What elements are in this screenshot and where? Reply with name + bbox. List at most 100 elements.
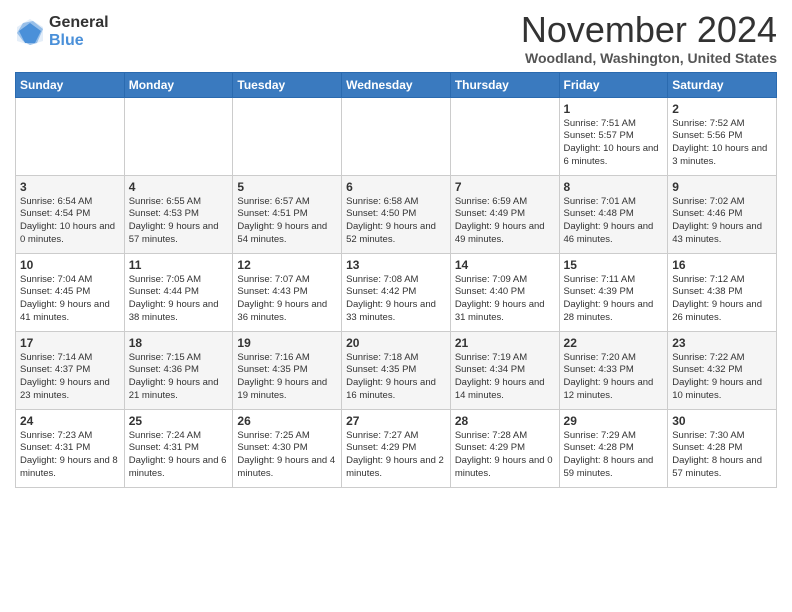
day-info: Sunrise: 7:09 AM Sunset: 4:40 PM Dayligh… — [455, 274, 555, 325]
calendar-cell: 7 Sunrise: 6:59 AM Sunset: 4:49 PM Daylig… — [450, 175, 559, 253]
day-info: Sunrise: 7:30 AM Sunset: 4:28 PM Dayligh… — [672, 430, 772, 481]
location: Woodland, Washington, United States — [521, 50, 777, 66]
day-info: Sunrise: 7:02 AM Sunset: 4:46 PM Dayligh… — [672, 196, 772, 247]
day-number: 4 — [129, 180, 229, 194]
day-number: 10 — [20, 258, 120, 272]
page-header: General Blue November 2024 Woodland, Was… — [15, 10, 777, 66]
logo-text: General Blue — [49, 14, 109, 49]
day-number: 11 — [129, 258, 229, 272]
day-info: Sunrise: 7:07 AM Sunset: 4:43 PM Dayligh… — [237, 274, 337, 325]
day-number: 7 — [455, 180, 555, 194]
day-info: Sunrise: 6:58 AM Sunset: 4:50 PM Dayligh… — [346, 196, 446, 247]
day-number: 29 — [564, 414, 664, 428]
day-number: 13 — [346, 258, 446, 272]
day-info: Sunrise: 7:23 AM Sunset: 4:31 PM Dayligh… — [20, 430, 120, 481]
day-info: Sunrise: 7:04 AM Sunset: 4:45 PM Dayligh… — [20, 274, 120, 325]
calendar-week-row: 3 Sunrise: 6:54 AM Sunset: 4:54 PM Daylig… — [16, 175, 777, 253]
day-info: Sunrise: 7:01 AM Sunset: 4:48 PM Dayligh… — [564, 196, 664, 247]
day-number: 2 — [672, 102, 772, 116]
title-block: November 2024 Woodland, Washington, Unit… — [521, 10, 777, 66]
calendar-cell: 23Sunrise: 7:22 AM Sunset: 4:32 PM Dayli… — [668, 331, 777, 409]
weekday-header: Tuesday — [233, 72, 342, 97]
day-info: Sunrise: 7:27 AM Sunset: 4:29 PM Dayligh… — [346, 430, 446, 481]
day-info: Sunrise: 7:28 AM Sunset: 4:29 PM Dayligh… — [455, 430, 555, 481]
calendar-week-row: 10 Sunrise: 7:04 AM Sunset: 4:45 PM Dayli… — [16, 253, 777, 331]
calendar-cell: 25Sunrise: 7:24 AM Sunset: 4:31 PM Dayli… — [124, 409, 233, 487]
day-number: 25 — [129, 414, 229, 428]
day-info: Sunrise: 7:15 AM Sunset: 4:36 PM Dayligh… — [129, 352, 229, 403]
day-info: Sunrise: 7:29 AM Sunset: 4:28 PM Dayligh… — [564, 430, 664, 481]
calendar-cell: 19Sunrise: 7:16 AM Sunset: 4:35 PM Dayli… — [233, 331, 342, 409]
day-info: Sunrise: 7:14 AM Sunset: 4:37 PM Dayligh… — [20, 352, 120, 403]
day-number: 5 — [237, 180, 337, 194]
day-info: Sunrise: 7:25 AM Sunset: 4:30 PM Dayligh… — [237, 430, 337, 481]
calendar-cell: 13 Sunrise: 7:08 AM Sunset: 4:42 PM Dayli… — [342, 253, 451, 331]
weekday-header: Monday — [124, 72, 233, 97]
calendar-cell: 30 Sunrise: 7:30 AM Sunset: 4:28 PM Dayli… — [668, 409, 777, 487]
weekday-header: Sunday — [16, 72, 125, 97]
calendar-cell: 5 Sunrise: 6:57 AM Sunset: 4:51 PM Daylig… — [233, 175, 342, 253]
day-info: Sunrise: 6:57 AM Sunset: 4:51 PM Dayligh… — [237, 196, 337, 247]
calendar-cell — [233, 97, 342, 175]
day-number: 28 — [455, 414, 555, 428]
calendar-week-row: 1 Sunrise: 7:51 AM Sunset: 5:57 PM Daylig… — [16, 97, 777, 175]
day-info: Sunrise: 7:11 AM Sunset: 4:39 PM Dayligh… — [564, 274, 664, 325]
day-info: Sunrise: 7:20 AM Sunset: 4:33 PM Dayligh… — [564, 352, 664, 403]
calendar-cell: 20 Sunrise: 7:18 AM Sunset: 4:35 PM Dayli… — [342, 331, 451, 409]
calendar-body: 1 Sunrise: 7:51 AM Sunset: 5:57 PM Daylig… — [16, 97, 777, 487]
weekday-header: Wednesday — [342, 72, 451, 97]
day-number: 20 — [346, 336, 446, 350]
day-info: Sunrise: 7:16 AM Sunset: 4:35 PM Dayligh… — [237, 352, 337, 403]
day-number: 21 — [455, 336, 555, 350]
logo: General Blue — [15, 14, 109, 49]
day-number: 15 — [564, 258, 664, 272]
day-info: Sunrise: 6:59 AM Sunset: 4:49 PM Dayligh… — [455, 196, 555, 247]
calendar-cell: 22 Sunrise: 7:20 AM Sunset: 4:33 PM Dayli… — [559, 331, 668, 409]
calendar-table: SundayMondayTuesdayWednesdayThursdayFrid… — [15, 72, 777, 488]
day-info: Sunrise: 7:51 AM Sunset: 5:57 PM Dayligh… — [564, 118, 664, 169]
calendar-cell: 2 Sunrise: 7:52 AM Sunset: 5:56 PM Daylig… — [668, 97, 777, 175]
day-info: Sunrise: 7:05 AM Sunset: 4:44 PM Dayligh… — [129, 274, 229, 325]
day-number: 1 — [564, 102, 664, 116]
logo-blue: Blue — [49, 32, 109, 50]
day-number: 18 — [129, 336, 229, 350]
calendar-cell: 16 Sunrise: 7:12 AM Sunset: 4:38 PM Dayli… — [668, 253, 777, 331]
day-info: Sunrise: 6:54 AM Sunset: 4:54 PM Dayligh… — [20, 196, 120, 247]
calendar-cell: 15 Sunrise: 7:11 AM Sunset: 4:39 PM Dayli… — [559, 253, 668, 331]
weekday-header: Thursday — [450, 72, 559, 97]
day-number: 17 — [20, 336, 120, 350]
calendar-cell: 1 Sunrise: 7:51 AM Sunset: 5:57 PM Daylig… — [559, 97, 668, 175]
day-number: 9 — [672, 180, 772, 194]
day-info: Sunrise: 7:18 AM Sunset: 4:35 PM Dayligh… — [346, 352, 446, 403]
month-title: November 2024 — [521, 10, 777, 50]
day-info: Sunrise: 7:12 AM Sunset: 4:38 PM Dayligh… — [672, 274, 772, 325]
calendar-header: SundayMondayTuesdayWednesdayThursdayFrid… — [16, 72, 777, 97]
day-info: Sunrise: 6:55 AM Sunset: 4:53 PM Dayligh… — [129, 196, 229, 247]
day-number: 16 — [672, 258, 772, 272]
day-number: 30 — [672, 414, 772, 428]
calendar-cell: 18 Sunrise: 7:15 AM Sunset: 4:36 PM Dayli… — [124, 331, 233, 409]
day-info: Sunrise: 7:08 AM Sunset: 4:42 PM Dayligh… — [346, 274, 446, 325]
day-info: Sunrise: 7:52 AM Sunset: 5:56 PM Dayligh… — [672, 118, 772, 169]
calendar-cell — [450, 97, 559, 175]
logo-icon — [15, 17, 45, 47]
calendar-cell — [342, 97, 451, 175]
calendar-cell: 12Sunrise: 7:07 AM Sunset: 4:43 PM Dayli… — [233, 253, 342, 331]
day-number: 8 — [564, 180, 664, 194]
calendar-cell: 6Sunrise: 6:58 AM Sunset: 4:50 PM Daylig… — [342, 175, 451, 253]
day-number: 23 — [672, 336, 772, 350]
calendar-cell: 14Sunrise: 7:09 AM Sunset: 4:40 PM Dayli… — [450, 253, 559, 331]
day-number: 22 — [564, 336, 664, 350]
calendar-cell: 4 Sunrise: 6:55 AM Sunset: 4:53 PM Daylig… — [124, 175, 233, 253]
day-number: 27 — [346, 414, 446, 428]
logo-general: General — [49, 14, 109, 32]
calendar-cell: 10 Sunrise: 7:04 AM Sunset: 4:45 PM Dayli… — [16, 253, 125, 331]
calendar-cell — [124, 97, 233, 175]
calendar-cell: 24Sunrise: 7:23 AM Sunset: 4:31 PM Dayli… — [16, 409, 125, 487]
calendar-cell: 27 Sunrise: 7:27 AM Sunset: 4:29 PM Dayli… — [342, 409, 451, 487]
calendar-cell: 8 Sunrise: 7:01 AM Sunset: 4:48 PM Daylig… — [559, 175, 668, 253]
calendar-cell: 26 Sunrise: 7:25 AM Sunset: 4:30 PM Dayli… — [233, 409, 342, 487]
day-number: 3 — [20, 180, 120, 194]
day-number: 26 — [237, 414, 337, 428]
calendar-cell: 11 Sunrise: 7:05 AM Sunset: 4:44 PM Dayli… — [124, 253, 233, 331]
